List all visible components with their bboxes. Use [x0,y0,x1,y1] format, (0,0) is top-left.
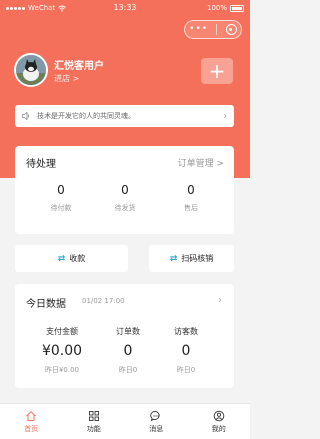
metric-yesterday: 昨日¥0.00 [44,366,80,374]
metric-payment: 支付金额 ¥0.00 昨日¥0.00 [27,326,97,375]
chevron-right-icon: › [218,295,222,306]
stat-label: 待付款 [50,204,72,212]
pending-card: 待处理 订单管理 > 0 待付款 0 待发货 0 售后 [15,146,234,234]
metric-visitors: 访客数 0 昨日0 [151,326,221,375]
notice-text: 技术是开发它的人的共同灵魂。 [37,112,135,120]
status-bar: WeChat 13:33 100% [0,0,250,16]
metric-label: 支付金额 [46,327,78,336]
notice-bar[interactable]: 技术是开发它的人的共同灵魂。 › [15,105,234,127]
tab-bar: 首页 功能 消息 我的 [0,403,250,439]
collect-payment-button[interactable]: ⇄ 收款 [15,245,128,272]
user-icon [213,410,225,421]
miniprogram-capsule: ••• [184,20,242,39]
plus-icon: + [208,59,226,83]
metric-label: 访客数 [174,327,198,336]
scan-label: 扫码核销 [181,254,214,263]
pending-title: 待处理 [26,159,56,170]
tab-label: 功能 [86,424,101,433]
tab-home[interactable]: 首页 [0,404,63,439]
battery-percent: 100% [206,4,227,12]
close-icon[interactable] [225,24,237,35]
today-date: 01/02 17:00 [82,297,125,305]
message-icon [150,410,160,422]
stat-value: 0 [121,183,129,197]
metric-value: ¥0.00 [41,343,83,359]
user-name: 汇悦客用户 [54,61,104,72]
tab-messages[interactable]: 消息 [125,404,188,439]
tab-label: 我的 [211,424,226,433]
enter-store-link[interactable]: 进店 > [54,73,79,84]
avatar[interactable] [14,53,48,87]
grid-icon [88,410,99,421]
stat-label: 待发货 [114,204,136,212]
chevron-right-icon: › [223,110,227,122]
today-title: 今日数据 [26,299,66,310]
tab-label: 首页 [24,424,39,433]
more-icon[interactable]: ••• [189,25,208,34]
home-icon [26,410,37,421]
stat-unpaid[interactable]: 0 待付款 [31,183,91,213]
tab-functions[interactable]: 功能 [63,404,126,439]
scan-verify-button[interactable]: ⇄ 扫码核销 [149,245,234,272]
battery-icon [230,4,244,12]
metric-yesterday: 昨日0 [176,366,196,374]
collect-label: 收款 [69,254,86,263]
scan-icon: ⇄ [169,253,178,264]
stat-label: 售后 [184,204,198,212]
stat-after-sales[interactable]: 0 售后 [161,183,221,213]
tab-mine[interactable]: 我的 [188,404,251,439]
today-data-card[interactable]: 今日数据 01/02 17:00 › 支付金额 ¥0.00 昨日¥0.00 订单… [15,284,234,388]
stat-value: 0 [57,183,65,197]
tab-label: 消息 [149,424,164,433]
stat-value: 0 [187,183,195,197]
order-management-link[interactable]: 订单管理 > [178,156,224,169]
metric-value: 0 [181,343,191,359]
capsule-divider [216,24,218,35]
speaker-icon [22,112,30,120]
collect-icon: ⇄ [57,253,66,264]
stat-to-ship[interactable]: 0 待发货 [95,183,155,213]
add-button[interactable]: + [201,58,233,84]
